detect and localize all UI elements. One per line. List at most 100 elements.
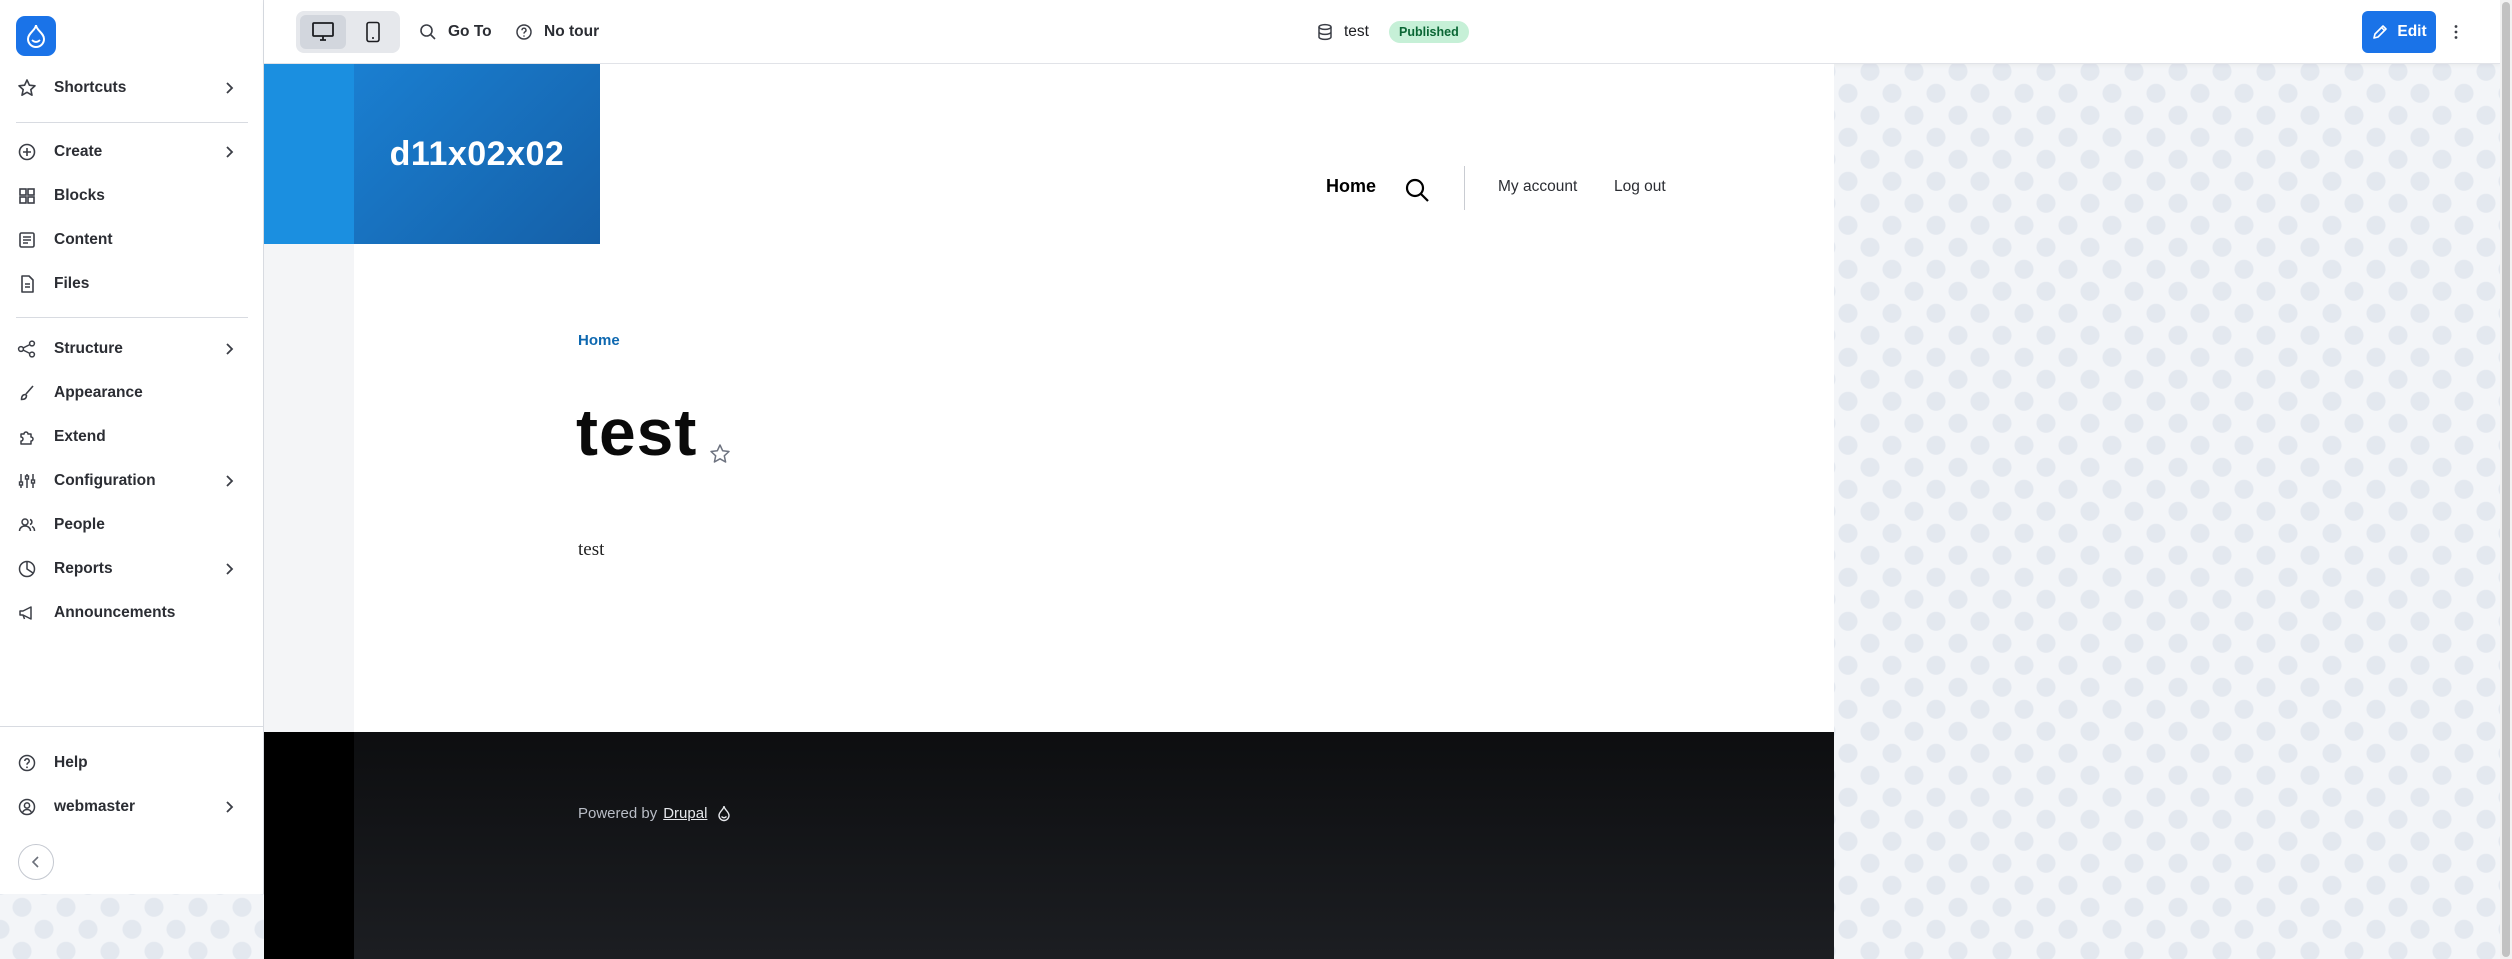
- help-icon: [16, 752, 38, 774]
- sidebar-item-configuration[interactable]: Configuration: [16, 463, 248, 499]
- chevron-left-icon: [31, 856, 39, 868]
- scrollbar-thumb[interactable]: [2502, 2, 2510, 957]
- device-preview-toggle: [296, 11, 400, 53]
- chevron-right-icon: [226, 343, 234, 355]
- sidebar-item-user[interactable]: webmaster: [16, 789, 248, 825]
- drupal-logo-button[interactable]: [16, 16, 56, 56]
- puzzle-icon: [16, 426, 38, 448]
- chevron-right-icon: [226, 82, 234, 94]
- sidebar-item-label: Create: [54, 143, 103, 160]
- nav-link-my-account[interactable]: My account: [1498, 178, 1577, 196]
- chevron-right-icon: [226, 801, 234, 813]
- sidebar-item-label: Structure: [54, 340, 123, 357]
- sidebar-item-announcements[interactable]: Announcements: [16, 595, 248, 631]
- drupal-drop-icon: [715, 804, 733, 822]
- sidebar-item-structure[interactable]: Structure: [16, 331, 248, 367]
- footer-powered-by: Powered by Drupal: [578, 804, 733, 822]
- sidebar-item-label: Reports: [54, 560, 113, 577]
- sidebar-item-label: Blocks: [54, 187, 105, 204]
- chevron-right-icon: [226, 146, 234, 158]
- database-icon: [1316, 23, 1334, 41]
- sidebar-item-label: Announcements: [54, 604, 176, 621]
- sidebar-item-help[interactable]: Help: [16, 745, 248, 781]
- mobile-preview-button[interactable]: [350, 15, 396, 49]
- sidebar-divider: [0, 726, 264, 727]
- powered-by-label: Powered by: [578, 804, 658, 822]
- nav-link-home[interactable]: Home: [1326, 176, 1376, 197]
- sidebar-item-blocks[interactable]: Blocks: [16, 178, 248, 214]
- goto-button[interactable]: Go To: [418, 20, 492, 44]
- sidebar-item-shortcuts[interactable]: Shortcuts: [16, 70, 248, 106]
- sidebar-item-label: Content: [54, 231, 113, 248]
- sidebar-item-appearance[interactable]: Appearance: [16, 375, 248, 411]
- sidebar-divider: [16, 317, 248, 318]
- brush-icon: [16, 382, 38, 404]
- kebab-menu-icon: [2454, 25, 2458, 39]
- megaphone-icon: [16, 602, 38, 624]
- sidebar-item-label: Files: [54, 275, 90, 292]
- site-search-button[interactable]: [1404, 177, 1430, 203]
- site-main-nav: Home My account Log out: [264, 166, 1834, 210]
- sidebar-divider: [16, 122, 248, 123]
- sidebar-item-label: webmaster: [54, 798, 135, 815]
- site-footer: Powered by Drupal: [264, 732, 1834, 959]
- search-icon: [1405, 178, 1429, 202]
- sidebar-item-label: People: [54, 516, 105, 533]
- sidebar-item-label: Shortcuts: [54, 79, 127, 96]
- desktop-icon: [312, 22, 334, 41]
- page-info: test Published: [1316, 18, 1469, 46]
- page-title: test: [576, 395, 698, 469]
- edit-button[interactable]: Edit: [2362, 11, 2436, 53]
- sidebar-item-reports[interactable]: Reports: [16, 551, 248, 587]
- sliders-icon: [16, 470, 38, 492]
- tour-label: No tour: [544, 23, 600, 40]
- site-branding[interactable]: d11x02x02: [354, 64, 600, 244]
- site-branding-accent: [264, 64, 354, 244]
- chart-icon: [16, 558, 38, 580]
- nav-link-log-out[interactable]: Log out: [1614, 178, 1666, 196]
- structure-icon: [16, 338, 38, 360]
- status-badge: Published: [1388, 21, 1469, 43]
- goto-label: Go To: [448, 23, 492, 40]
- chevron-right-icon: [226, 563, 234, 575]
- desktop-preview-button[interactable]: [300, 15, 346, 49]
- drupal-drop-icon: [26, 24, 46, 48]
- file-icon: [16, 273, 38, 295]
- mobile-icon: [366, 21, 380, 43]
- content-icon: [16, 229, 38, 251]
- star-icon: [16, 77, 38, 99]
- bookmark-star-button[interactable]: [708, 442, 732, 466]
- breadcrumb-home[interactable]: Home: [578, 332, 620, 349]
- nav-divider: [1464, 166, 1465, 210]
- sidebar-item-files[interactable]: Files: [16, 266, 248, 302]
- chevron-right-icon: [226, 475, 234, 487]
- edit-label: Edit: [2397, 23, 2427, 40]
- more-options-button[interactable]: [2448, 20, 2464, 44]
- pencil-icon: [2371, 23, 2389, 41]
- sidebar-item-create[interactable]: Create: [16, 134, 248, 170]
- page-body: test: [578, 539, 605, 560]
- sidebar-item-people[interactable]: People: [16, 507, 248, 543]
- star-icon: [710, 444, 730, 463]
- search-icon: [418, 22, 438, 42]
- drupal-link[interactable]: Drupal: [663, 805, 707, 822]
- site-name[interactable]: d11x02x02: [390, 135, 565, 174]
- plus-circle-icon: [16, 141, 38, 163]
- sidebar-item-label: Help: [54, 754, 88, 771]
- footer-left-strip: [264, 732, 354, 959]
- sidebar-item-label: Configuration: [54, 472, 156, 489]
- people-icon: [16, 514, 38, 536]
- top-toolbar: Go To No tour test Published Edit: [264, 0, 2500, 64]
- collapse-sidebar-button[interactable]: [18, 844, 54, 880]
- admin-sidebar: Shortcuts Create Blocks Content Files St…: [0, 0, 264, 894]
- page-title-label: test: [1344, 23, 1369, 40]
- site-preview: d11x02x02 Home My account Log out Home t…: [264, 64, 1834, 959]
- user-icon: [16, 796, 38, 818]
- sidebar-item-content[interactable]: Content: [16, 222, 248, 258]
- blocks-icon: [16, 185, 38, 207]
- sidebar-item-label: Extend: [54, 428, 106, 445]
- sidebar-item-label: Appearance: [54, 384, 143, 401]
- sidebar-item-extend[interactable]: Extend: [16, 419, 248, 455]
- tour-button[interactable]: No tour: [514, 20, 599, 44]
- help-icon: [514, 22, 534, 42]
